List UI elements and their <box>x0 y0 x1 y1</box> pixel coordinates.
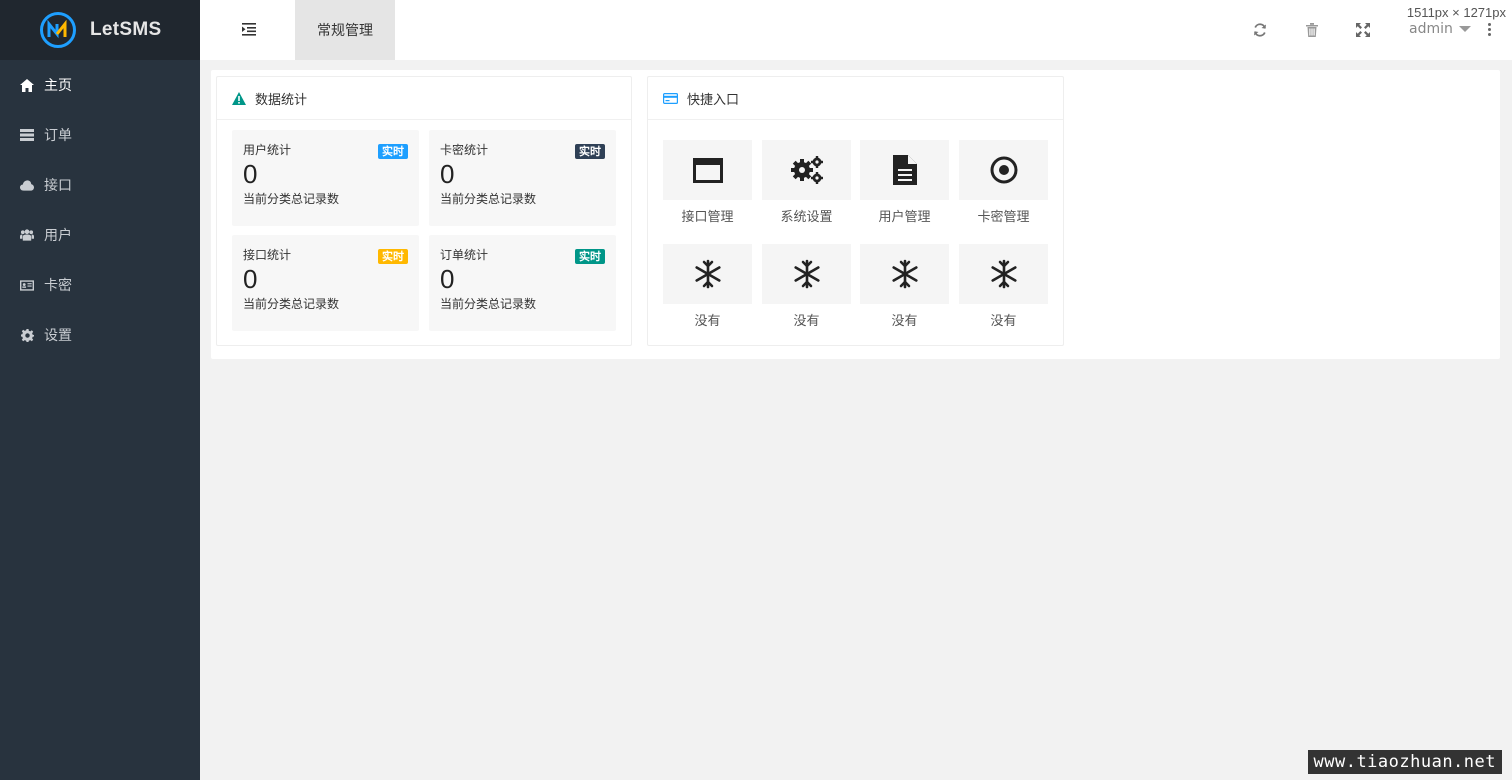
realtime-badge: 实时 <box>575 249 605 264</box>
watermark: www.tiaozhuan.net <box>1307 750 1502 774</box>
sidebar-item-label: 订单 <box>44 128 72 144</box>
username: admin <box>1409 21 1453 37</box>
quick-item-label: 没有 <box>793 314 820 329</box>
tab-general-management[interactable]: 常规管理 <box>295 0 395 60</box>
sidebar-item-label: 设置 <box>44 328 72 344</box>
logo-icon <box>40 12 76 48</box>
top-header: 常规管理 admin 1511px × 1271px <box>200 0 1512 60</box>
app-name: LetSMS <box>90 19 162 40</box>
chevron-down-icon <box>1458 26 1471 32</box>
sidebar-item-home[interactable]: 主页 <box>0 60 200 110</box>
sidebar-item-api[interactable]: 接口 <box>0 160 200 210</box>
sidebar-item-settings[interactable]: 设置 <box>0 310 200 360</box>
users-icon <box>20 228 34 242</box>
stat-desc: 当前分类总记录数 <box>243 192 340 206</box>
quick-item-label: 用户管理 <box>878 210 931 225</box>
stat-value: 0 <box>243 264 258 294</box>
stat-desc: 当前分类总记录数 <box>440 297 537 311</box>
quick-item-api-management[interactable]: 接口管理 <box>663 140 752 225</box>
id-card-icon <box>20 278 34 292</box>
realtime-badge: 实时 <box>378 249 408 264</box>
realtime-badge: 实时 <box>378 144 408 159</box>
stat-box-cards[interactable]: 卡密统计 0 当前分类总记录数 实时 <box>429 130 616 226</box>
gears-icon <box>762 140 851 200</box>
quick-item-label: 接口管理 <box>681 210 734 225</box>
refresh-icon[interactable] <box>1252 22 1268 38</box>
quick-item-empty-1[interactable]: 没有 <box>663 244 752 329</box>
document-icon <box>860 140 949 200</box>
main-panel: 数据统计 用户统计 0 当前分类总记录数 实时 卡密统计 0 当前分类总记录数 … <box>211 70 1500 359</box>
more-vertical-icon[interactable] <box>1486 23 1492 37</box>
warning-icon <box>232 91 246 105</box>
stat-value: 0 <box>243 159 258 189</box>
quick-entry-card: 快捷入口 接口管理 系统设置 用户管理 卡密管理 没有 没有 没有 没有 <box>647 76 1064 346</box>
credit-card-icon <box>663 92 678 104</box>
quick-item-card-management[interactable]: 卡密管理 <box>959 140 1048 225</box>
snowflake-icon <box>762 244 851 304</box>
stat-box-orders[interactable]: 订单统计 0 当前分类总记录数 实时 <box>429 235 616 331</box>
stat-desc: 当前分类总记录数 <box>243 297 340 311</box>
cloud-icon <box>20 178 34 192</box>
quick-item-user-management[interactable]: 用户管理 <box>860 140 949 225</box>
server-icon <box>20 128 34 142</box>
realtime-badge: 实时 <box>575 144 605 159</box>
sidebar-item-users[interactable]: 用户 <box>0 210 200 260</box>
sidebar-item-label: 主页 <box>44 78 72 94</box>
sidebar-item-orders[interactable]: 订单 <box>0 110 200 160</box>
stat-box-users[interactable]: 用户统计 0 当前分类总记录数 实时 <box>232 130 419 226</box>
stats-card-title: 数据统计 <box>255 92 308 108</box>
dimensions-readout: 1511px × 1271px <box>1406 5 1506 20</box>
snowflake-icon <box>959 244 1048 304</box>
quick-item-system-settings[interactable]: 系统设置 <box>762 140 851 225</box>
quick-item-label: 系统设置 <box>780 210 833 225</box>
quick-item-empty-2[interactable]: 没有 <box>762 244 851 329</box>
quick-item-label: 没有 <box>891 314 918 329</box>
menu-collapse-icon[interactable] <box>242 22 260 38</box>
dot-circle-icon <box>959 140 1048 200</box>
stat-value: 0 <box>440 264 455 294</box>
quick-item-label: 没有 <box>990 314 1017 329</box>
stats-card: 数据统计 用户统计 0 当前分类总记录数 实时 卡密统计 0 当前分类总记录数 … <box>216 76 632 346</box>
home-icon <box>20 78 34 92</box>
sidebar-item-label: 用户 <box>44 228 72 244</box>
stat-box-api[interactable]: 接口统计 0 当前分类总记录数 实时 <box>232 235 419 331</box>
quick-card-title: 快捷入口 <box>687 92 740 108</box>
quick-card-header: 快捷入口 <box>648 77 1063 120</box>
sidebar-item-label: 卡密 <box>44 278 72 294</box>
snowflake-icon <box>860 244 949 304</box>
quick-item-empty-4[interactable]: 没有 <box>959 244 1048 329</box>
sidebar-item-label: 接口 <box>44 178 72 194</box>
sidebar: LetSMS 主页 订单 接口 用户 卡密 设置 <box>0 0 200 780</box>
fullscreen-icon[interactable] <box>1355 22 1371 38</box>
logo[interactable]: LetSMS <box>0 0 200 60</box>
stats-card-header: 数据统计 <box>217 77 631 120</box>
trash-icon[interactable] <box>1304 22 1320 38</box>
stat-desc: 当前分类总记录数 <box>440 192 537 206</box>
gear-icon <box>20 328 34 342</box>
window-icon <box>663 140 752 200</box>
user-menu[interactable]: admin <box>1409 21 1471 37</box>
quick-item-label: 卡密管理 <box>977 210 1030 225</box>
sidebar-item-cards[interactable]: 卡密 <box>0 260 200 310</box>
snowflake-icon <box>663 244 752 304</box>
quick-item-empty-3[interactable]: 没有 <box>860 244 949 329</box>
stat-value: 0 <box>440 159 455 189</box>
quick-item-label: 没有 <box>694 314 721 329</box>
